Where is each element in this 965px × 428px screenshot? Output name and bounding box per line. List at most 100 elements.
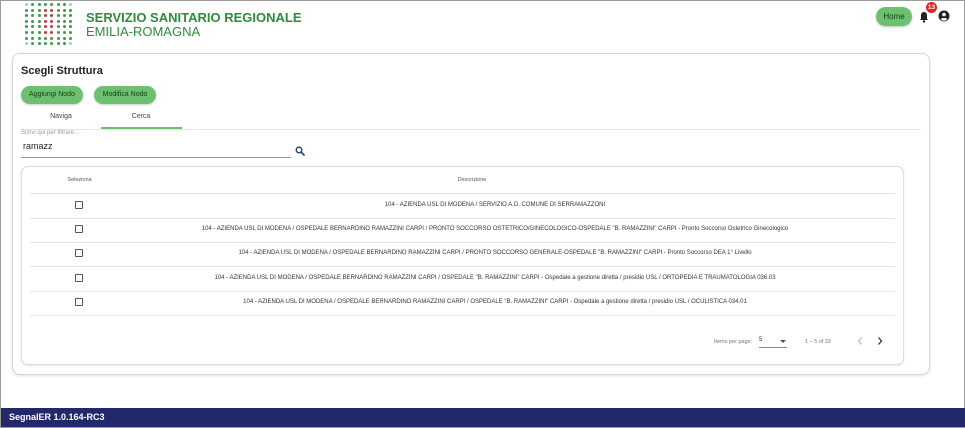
row-description: 104 - AZIENDA USL DI MODENA / SERVIZIO A…: [384, 202, 606, 208]
logo-dot: [43, 42, 47, 46]
tab-cerca[interactable]: Cerca: [113, 113, 169, 120]
active-tab-indicator: [101, 127, 182, 129]
logo-dot: [69, 14, 73, 18]
logo-dot: [31, 8, 35, 12]
logo-dot: [69, 19, 73, 23]
logo-dot: [37, 14, 41, 18]
logo-dot: [69, 31, 73, 34]
logo-dot: [69, 42, 73, 46]
structure-card: Scegli Struttura Aggiungi Nodo Modifica …: [12, 53, 930, 375]
logo-dot: [56, 25, 60, 29]
logo-dot: [25, 3, 28, 6]
table-row: 104 - AZIENDA USL DI MODENA / OSPEDALE B…: [30, 242, 895, 267]
previous-page-icon[interactable]: [856, 336, 864, 346]
row-checkbox[interactable]: [75, 225, 83, 233]
logo-dot: [25, 25, 28, 29]
logo-dot: [25, 8, 28, 12]
logo-dot: [43, 31, 47, 34]
logo-dot: [25, 36, 28, 40]
table-row: 104 - AZIENDA USL DI MODENA / OSPEDALE B…: [30, 218, 895, 243]
logo-dot: [50, 8, 54, 12]
logo-dot: [43, 25, 47, 29]
row-checkbox[interactable]: [75, 274, 83, 282]
logo-dot: [62, 25, 66, 29]
logo-dot: [56, 8, 60, 12]
logo-dot: [69, 36, 73, 40]
column-header-description: Descrizione: [457, 177, 487, 183]
logo-dot: [37, 8, 41, 12]
logo-dot: [43, 19, 47, 23]
tabs-divider: [21, 129, 921, 130]
logo-dot: [50, 36, 54, 40]
paginator-range: 1 – 5 of 33: [805, 339, 831, 345]
logo-dot: [62, 3, 66, 6]
logo-dot: [56, 14, 60, 18]
account-icon[interactable]: [938, 10, 950, 22]
logo-dot: [69, 3, 73, 6]
row-checkbox[interactable]: [75, 201, 83, 209]
filter-label: Scrivi qui per filtrare...: [21, 130, 80, 136]
logo-dot: [62, 36, 66, 40]
logo-dot: [50, 19, 54, 23]
logo-dot: [43, 36, 47, 40]
results-table: Seleziona Descrizione 104 - AZIENDA USL …: [21, 166, 904, 365]
card-title: Scegli Struttura: [21, 65, 103, 77]
brand-line-1: SERVIZIO SANITARIO REGIONALE: [86, 10, 302, 25]
row-checkbox[interactable]: [75, 249, 83, 257]
logo-dot: [25, 42, 28, 46]
next-page-icon[interactable]: [876, 336, 884, 346]
logo-dot: [50, 31, 54, 34]
logo-dot: [31, 42, 35, 46]
app-version: SegnalER 1.0.164-RC3: [9, 412, 105, 422]
logo-dot: [31, 19, 35, 23]
logo-dot: [31, 36, 35, 40]
items-per-page-label: Items per page:: [714, 339, 753, 345]
row-checkbox[interactable]: [75, 298, 83, 306]
logo-dot: [37, 42, 41, 46]
logo-dot: [31, 31, 35, 34]
logo-dots: [25, 3, 75, 47]
bell-icon[interactable]: [919, 11, 929, 23]
logo-dot: [69, 8, 73, 12]
logo-dot: [31, 25, 35, 29]
notification-badge: 13: [926, 2, 937, 13]
logo-dot: [50, 42, 54, 46]
logo-dot: [50, 14, 54, 18]
footer-bar: SegnalER 1.0.164-RC3: [1, 408, 965, 427]
edit-node-button[interactable]: Modifica Nodo: [94, 86, 156, 104]
table-row: 104 - AZIENDA USL DI MODENA / OSPEDALE B…: [30, 291, 895, 316]
logo-dot: [37, 19, 41, 23]
tab-naviga[interactable]: Naviga: [33, 113, 89, 120]
home-button[interactable]: Home: [876, 7, 912, 26]
logo-dot: [56, 42, 60, 46]
row-description: 104 - AZIENDA USL DI MODENA / OSPEDALE B…: [238, 250, 752, 256]
logo-dot: [37, 25, 41, 29]
logo-dot: [62, 19, 66, 23]
row-description: 104 - AZIENDA USL DI MODENA / OSPEDALE B…: [201, 226, 789, 232]
logo-dot: [43, 8, 47, 12]
table-row: 104 - AZIENDA USL DI MODENA / SERVIZIO A…: [30, 193, 895, 219]
logo-dot: [37, 31, 41, 34]
filter-input[interactable]: ramazz: [23, 141, 53, 151]
logo-dot: [56, 3, 60, 6]
logo-dot: [62, 31, 66, 34]
brand-title: SERVIZIO SANITARIO REGIONALE EMILIA-ROMA…: [86, 11, 301, 39]
items-per-page-value: 5: [759, 337, 763, 343]
logo-dot: [62, 14, 66, 18]
logo-dot: [31, 3, 35, 6]
logo-dot: [43, 3, 47, 6]
logo-dot: [56, 19, 60, 23]
table-row: 104 - AZIENDA USL DI MODENA / OSPEDALE B…: [30, 267, 895, 292]
logo-dot: [25, 19, 28, 23]
items-per-page-select[interactable]: 5: [759, 337, 787, 348]
logo-dot: [37, 36, 41, 40]
logo-dot: [43, 14, 47, 18]
chevron-down-icon: [780, 340, 786, 343]
logo-dot: [50, 3, 54, 6]
add-node-button[interactable]: Aggiungi Nodo: [21, 86, 83, 104]
row-description: 104 - AZIENDA USL DI MODENA / OSPEDALE B…: [214, 275, 776, 281]
logo-dot: [62, 42, 66, 46]
logo-dot: [56, 31, 60, 34]
search-icon[interactable]: [295, 146, 305, 156]
logo-dot: [69, 25, 73, 29]
